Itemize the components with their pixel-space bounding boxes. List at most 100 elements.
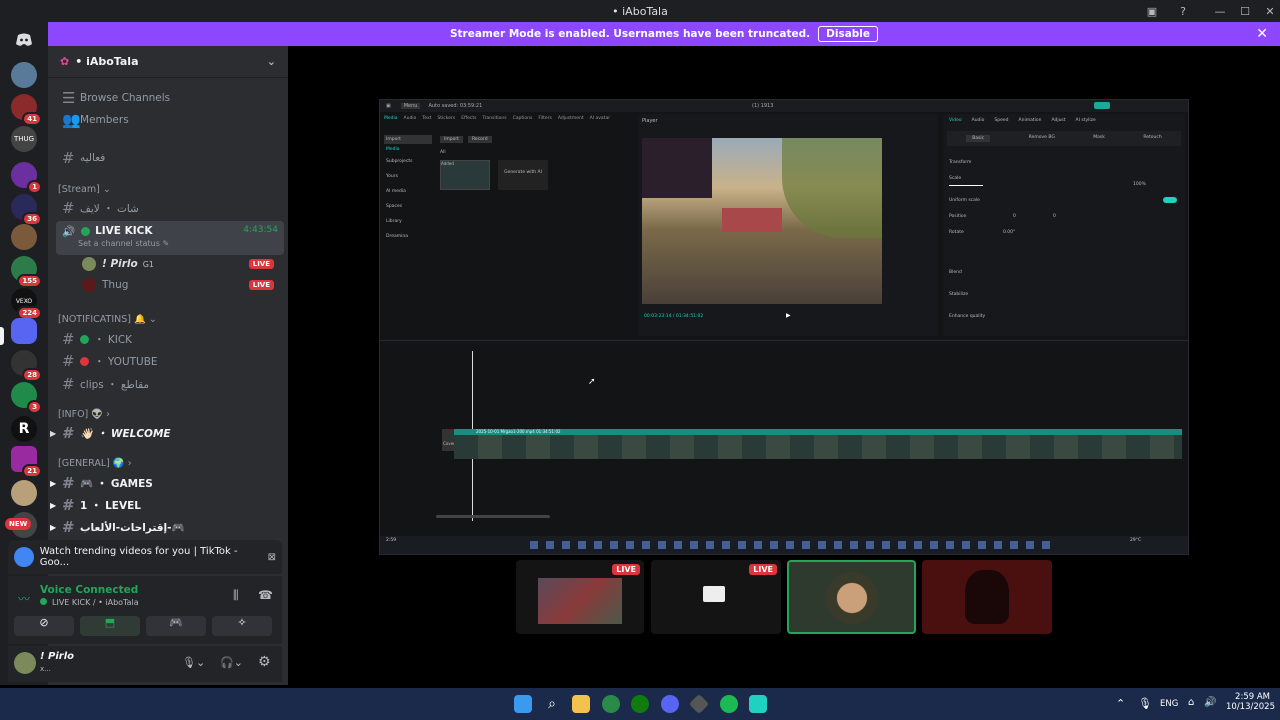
- server-icon-6[interactable]: [11, 224, 37, 250]
- close-window-icon[interactable]: ✕: [1258, 0, 1280, 22]
- discord-home-icon[interactable]: [11, 27, 37, 53]
- activities-button[interactable]: 🎮: [146, 616, 206, 636]
- channel-label: 🎮 ・ GAMES: [80, 477, 153, 490]
- noise-suppression-icon[interactable]: ⫼: [233, 588, 239, 603]
- server-icon-11[interactable]: 3: [11, 382, 42, 414]
- user-name[interactable]: ! Pirlo: [40, 651, 74, 662]
- channel-label: فعاليه: [80, 152, 106, 164]
- tray-expand-icon[interactable]: ⌃: [1116, 697, 1125, 710]
- participant-tile[interactable]: LIVE: [516, 560, 644, 634]
- streamed-screen[interactable]: ▣ Menu Auto saved: 03:59:21 (1) 1913 Med…: [379, 99, 1189, 555]
- camera-off-button[interactable]: ⊘: [14, 616, 74, 636]
- activity-panel[interactable]: Watch trending videos for you | TikTok -…: [8, 540, 282, 574]
- avatar[interactable]: [14, 652, 36, 674]
- clock[interactable]: 2:59 AM 10/13/2025: [1226, 692, 1275, 712]
- set-status-hint[interactable]: Set a channel status ✎: [78, 239, 169, 248]
- settings-gear-icon[interactable]: ⚙: [258, 654, 271, 670]
- channel-kick[interactable]: # ・ KICK: [56, 328, 284, 350]
- headphones-icon[interactable]: 🎧⌄: [220, 656, 243, 669]
- members-link[interactable]: 👥 Members: [56, 109, 284, 131]
- members-icon: 👥: [62, 111, 81, 129]
- network-icon[interactable]: ⌂: [1188, 697, 1194, 708]
- disconnect-icon[interactable]: ☎: [258, 588, 273, 602]
- mic-tray-icon[interactable]: 🎙: [1138, 697, 1152, 710]
- kick-status-dot: [40, 598, 47, 605]
- volume-icon[interactable]: 🔊: [1204, 697, 1216, 708]
- position-x: 0: [1013, 214, 1016, 219]
- channel-label: ・ KICK: [94, 333, 133, 346]
- server-icon-8[interactable]: VEXO 224: [11, 288, 42, 320]
- server-icon-14[interactable]: [11, 480, 37, 506]
- autosave-text: Auto saved: 03:59:21: [428, 103, 483, 109]
- capcut-icon[interactable]: [749, 695, 767, 713]
- sub-tab: Remove BG: [1028, 135, 1055, 140]
- server-icon-10[interactable]: 28: [11, 350, 42, 382]
- channel-label: 1 ・ LEVEL: [80, 499, 141, 512]
- category-stream[interactable]: [Stream] ⌄: [58, 184, 111, 195]
- banner-close-icon[interactable]: ✕: [1256, 26, 1268, 42]
- chrome-icon[interactable]: [602, 695, 620, 713]
- server-icon-2[interactable]: 41: [11, 94, 42, 126]
- search-icon[interactable]: ⌕: [543, 695, 561, 713]
- channel-level[interactable]: ▶ #1 ・ LEVEL: [50, 494, 284, 516]
- added-label: Added: [441, 161, 454, 166]
- voice-channel-live-kick[interactable]: 🔊 LIVE KICK 4:43:54: [56, 221, 284, 255]
- voice-user-thug[interactable]: Thug LIVE: [76, 274, 280, 296]
- channel-welcome[interactable]: ▶ # 👋🏻 ・ WELCOME: [50, 422, 284, 444]
- player-label: Player: [642, 118, 658, 124]
- disable-button[interactable]: Disable: [818, 26, 879, 42]
- xbox-icon[interactable]: [631, 695, 649, 713]
- participant-tile[interactable]: LIVE: [651, 560, 781, 634]
- category-notifications[interactable]: [NOTIFICATINS] 🔔 ⌄: [58, 314, 157, 325]
- help-icon[interactable]: ?: [1171, 0, 1195, 22]
- mic-icon[interactable]: 🎙⌄: [182, 656, 205, 669]
- chevron-down-icon: ⌄: [266, 55, 276, 68]
- channel-live-chat[interactable]: # شات ・ لايف: [56, 197, 284, 219]
- category-info[interactable]: [INFO] 👽 ›: [58, 409, 110, 420]
- prop-tab: Animation: [1018, 118, 1042, 123]
- discord-icon[interactable]: [661, 695, 679, 713]
- server-icon-5[interactable]: 36: [11, 194, 42, 226]
- close-activity-icon[interactable]: ⊠: [268, 552, 276, 563]
- participant-tile[interactable]: [922, 560, 1052, 634]
- avatar: [82, 257, 96, 271]
- browse-channels[interactable]: ☰ Browse Channels: [56, 87, 284, 109]
- file-explorer-icon[interactable]: [572, 695, 590, 713]
- player-panel: Player 00:03:23:14 / 01:34:51:02 ▶: [638, 114, 938, 336]
- server-icon-13[interactable]: 21: [11, 446, 42, 478]
- server-icon-4[interactable]: 1: [11, 162, 42, 194]
- position-y: 0: [1053, 214, 1056, 219]
- spotify-icon[interactable]: [720, 695, 738, 713]
- server-header[interactable]: ✿ • iAboTala ⌄: [48, 46, 288, 78]
- screen-share-button[interactable]: ⬒: [80, 616, 140, 636]
- clock-time: 2:59 AM: [1235, 692, 1270, 702]
- language-indicator[interactable]: ENG: [1160, 699, 1178, 709]
- server-name: • iAboTala: [75, 55, 139, 68]
- soundboard-button[interactable]: ✧: [212, 616, 272, 636]
- toolbar-tab: Text: [422, 116, 432, 121]
- server-icon-9[interactable]: [11, 318, 37, 344]
- toolbar-tab: AI avatar: [589, 116, 611, 121]
- media-sidebar-item: Dreamina: [386, 234, 408, 239]
- live-badge: LIVE: [749, 564, 777, 575]
- minimize-icon[interactable]: —: [1208, 0, 1232, 22]
- live-badge: LIVE: [612, 564, 640, 575]
- inbox-icon[interactable]: ▣: [1140, 0, 1164, 22]
- game-video: [642, 138, 882, 304]
- server-icon-7[interactable]: 155: [11, 256, 42, 288]
- channel-event[interactable]: # فعاليه: [56, 147, 284, 169]
- voice-status[interactable]: Voice Connected: [40, 584, 138, 596]
- server-icon-3[interactable]: THUG: [11, 126, 37, 152]
- server-icon-1[interactable]: [11, 62, 37, 88]
- maximize-icon[interactable]: ☐: [1233, 0, 1257, 22]
- category-general[interactable]: [GENERAL] 🌍 ›: [58, 458, 132, 469]
- voice-user-pirlo[interactable]: ! Pirlo G1 LIVE: [76, 253, 280, 275]
- server-icon-12[interactable]: R: [11, 416, 37, 442]
- participant-tile-speaking[interactable]: [787, 560, 916, 634]
- channel-clips[interactable]: # clips ・ مقاطع: [56, 373, 284, 395]
- channel-youtube[interactable]: # ・ YOUTUBE: [56, 350, 284, 372]
- channel-suggestions[interactable]: ▶ # إقتراحات-الألعاب-🎮: [50, 516, 284, 538]
- voice-channel-name[interactable]: LIVE KICK / • iAboTala: [52, 598, 139, 607]
- channel-games[interactable]: ▶ # 🎮 ・ GAMES: [50, 472, 284, 494]
- windows-start-icon[interactable]: [514, 695, 532, 713]
